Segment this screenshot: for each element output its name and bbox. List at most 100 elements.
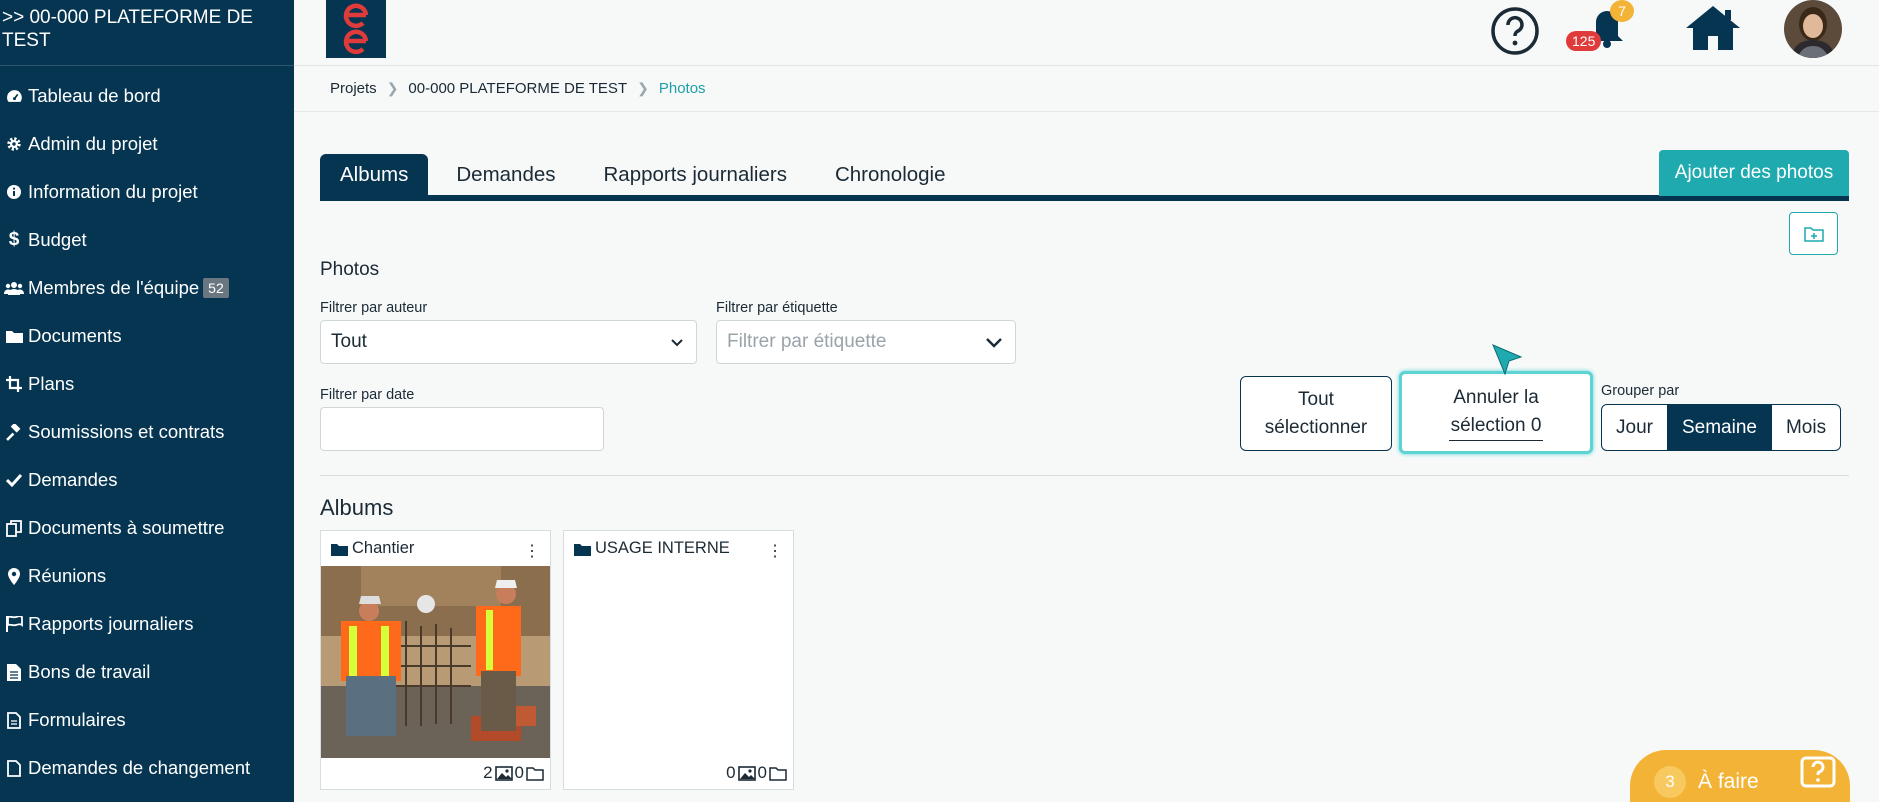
- album-card[interactable]: USAGE INTERNE ⋮ 0 0: [563, 530, 794, 790]
- new-album-button[interactable]: [1789, 212, 1838, 255]
- sidebar-item-plans[interactable]: Plans: [0, 360, 294, 408]
- sidebar-item-team[interactable]: Membres de l'équipe 52: [0, 264, 294, 312]
- sidebar-item-label: Formulaires: [28, 709, 126, 730]
- filter-tag-label: Filtrer par étiquette: [716, 300, 838, 316]
- home-icon: [1686, 6, 1740, 50]
- breadcrumb-current: Photos: [658, 80, 706, 97]
- help-icon: [1491, 7, 1539, 55]
- notifications-count: 125: [1566, 31, 1602, 51]
- album-counts: 0 0: [726, 763, 787, 783]
- album-header: USAGE INTERNE ⋮: [574, 539, 783, 561]
- tab-timeline[interactable]: Chronologie: [815, 154, 966, 195]
- cancel-selection-button[interactable]: Annuler la sélection 0: [1399, 371, 1593, 454]
- more-vertical-icon[interactable]: ⋮: [524, 541, 540, 561]
- more-vertical-icon[interactable]: ⋮: [767, 541, 783, 561]
- filter-date-label: Filtrer par date: [320, 387, 415, 403]
- tab-daily-reports[interactable]: Rapports journaliers: [584, 154, 807, 195]
- breadcrumb-project[interactable]: 00-000 PLATEFORME DE TEST: [408, 80, 627, 97]
- group-by-toggle: Jour Semaine Mois: [1601, 404, 1842, 451]
- sidebar-item-dashboard[interactable]: Tableau de bord: [0, 72, 294, 120]
- album-counts: 2 0: [483, 763, 544, 783]
- sidebar-item-info[interactable]: Information du projet: [0, 168, 294, 216]
- album-card[interactable]: Chantier ⋮ 2 0: [320, 530, 551, 790]
- sidebar-item-meetings[interactable]: Réunions: [0, 552, 294, 600]
- sidebar-item-daily-reports[interactable]: Rapports journaliers: [0, 600, 294, 648]
- sidebar-item-label: Réunions: [28, 565, 107, 586]
- avatar-image: [1784, 0, 1842, 58]
- mouse-cursor-icon: [1492, 344, 1523, 376]
- folder-count: 0: [757, 763, 767, 782]
- chevron-down-icon: [671, 339, 683, 347]
- avatar[interactable]: [1783, 0, 1843, 63]
- tab-bar: Albums Demandes Rapports journaliers Chr…: [320, 154, 1849, 201]
- sidebar-item-label: Bons de travail: [28, 661, 151, 682]
- sidebar-item-change-requests[interactable]: Demandes de changement: [0, 744, 294, 792]
- dashboard-icon: [2, 88, 26, 105]
- sidebar-item-label: Plans: [28, 373, 75, 394]
- sidebar-item-label: Demandes de changement: [28, 757, 251, 778]
- app-logo[interactable]: [326, 0, 386, 58]
- sidebar-item-work-orders[interactable]: Bons de travail: [0, 648, 294, 696]
- cancel-line2: sélection 0: [1448, 412, 1544, 441]
- folder-icon: [574, 543, 591, 556]
- help-button[interactable]: [1490, 6, 1540, 61]
- sidebar-item-label: Tableau de bord: [28, 85, 161, 106]
- sidebar-item-submittals[interactable]: Documents à soumettre: [0, 504, 294, 552]
- album-cover-photo: [321, 566, 550, 758]
- group-by-day[interactable]: Jour: [1602, 405, 1668, 450]
- breadcrumb: Projets ❯ 00-000 PLATEFORME DE TEST ❯ Ph…: [330, 80, 706, 97]
- folder-icon: [331, 543, 348, 556]
- users-icon: [2, 280, 26, 296]
- home-button[interactable]: [1684, 4, 1742, 57]
- sidebar-item-forms[interactable]: Formulaires: [0, 696, 294, 744]
- select-all-line2: sélectionner: [1264, 416, 1368, 438]
- select-all-button[interactable]: Tout sélectionner: [1240, 376, 1392, 451]
- flag-icon: [2, 616, 26, 632]
- sidebar-item-requests[interactable]: Demandes: [0, 456, 294, 504]
- sidebar-item-documents[interactable]: Documents: [0, 312, 294, 360]
- notifications-button[interactable]: 7 125: [1566, 0, 1634, 59]
- album-header: Chantier ⋮: [331, 539, 540, 561]
- date-filter-input[interactable]: [320, 407, 604, 451]
- author-select[interactable]: Tout: [320, 320, 697, 364]
- sidebar-item-label: Documents à soumettre: [28, 517, 225, 538]
- gavel-icon: [2, 423, 26, 441]
- todo-button[interactable]: 3 À faire: [1630, 750, 1850, 802]
- chevron-down-icon: [986, 338, 1002, 348]
- sidebar-item-label: Admin du projet: [28, 133, 158, 154]
- select-all-line1: Tout: [1298, 388, 1334, 410]
- sidebar-item-label: Membres de l'équipe: [28, 277, 200, 298]
- albums-title: Albums: [320, 495, 394, 520]
- dollar-icon: $: [8, 229, 20, 250]
- breadcrumb-projects[interactable]: Projets: [330, 80, 377, 97]
- project-title[interactable]: >> 00-000 PLATEFORME DE TEST: [0, 0, 294, 66]
- folder-outline-icon: [769, 766, 787, 781]
- photo-count: 2: [483, 763, 493, 782]
- add-photos-button[interactable]: Ajouter des photos: [1659, 150, 1849, 196]
- tab-albums[interactable]: Albums: [320, 154, 429, 195]
- photos-title: Photos: [320, 259, 380, 280]
- sidebar-item-bids[interactable]: Soumissions et contrats: [0, 408, 294, 456]
- sidebar-item-label: Soumissions et contrats: [28, 421, 225, 442]
- file-icon: [2, 711, 26, 729]
- folder-count: 0: [514, 763, 524, 782]
- file-text-icon: [2, 663, 26, 681]
- sidebar-item-budget[interactable]: $ Budget: [0, 216, 294, 264]
- sidebar-item-label: Budget: [28, 229, 87, 250]
- sidebar-item-admin[interactable]: Admin du projet: [0, 120, 294, 168]
- tag-select[interactable]: Filtrer par étiquette: [716, 320, 1016, 364]
- file-outline-icon: [2, 759, 26, 777]
- todo-count: 3: [1654, 766, 1686, 798]
- tab-requests[interactable]: Demandes: [436, 154, 575, 195]
- logo-mark: [343, 3, 369, 55]
- folder-outline-icon: [526, 766, 544, 781]
- group-by-week[interactable]: Semaine: [1667, 405, 1772, 450]
- crop-icon: [2, 376, 26, 392]
- chevron-right-icon: ❯: [386, 80, 399, 96]
- image-icon: [494, 765, 513, 781]
- group-by-month[interactable]: Mois: [1772, 405, 1840, 450]
- sidebar-item-label: Demandes: [28, 469, 118, 490]
- image-icon: [737, 765, 756, 781]
- album-name: USAGE INTERNE: [595, 539, 730, 557]
- copy-icon: [2, 519, 26, 537]
